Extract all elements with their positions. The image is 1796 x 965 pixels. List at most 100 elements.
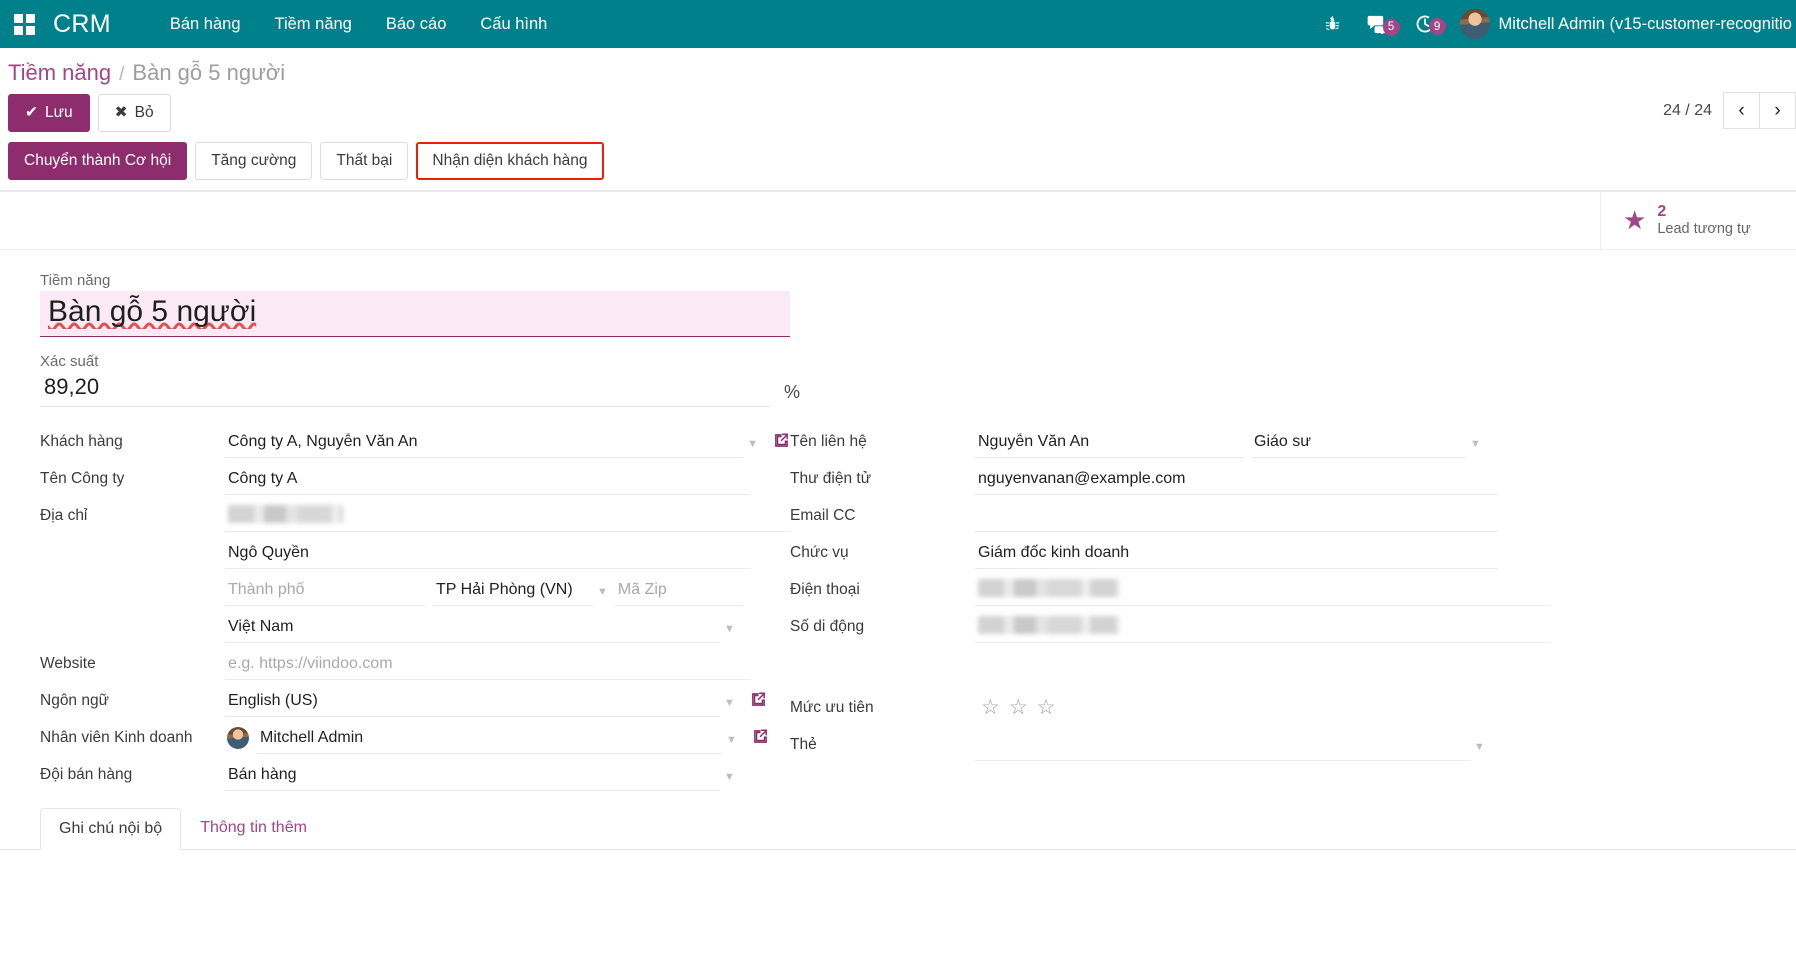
statusbar-buttons: Chuyển thành Cơ hội Tăng cường Thất bại … <box>0 141 1796 190</box>
city-input[interactable] <box>225 576 425 606</box>
similar-leads-label: Lead tương tự <box>1657 220 1751 237</box>
phone-label: Điện thoại <box>790 580 860 598</box>
lead-name-input[interactable] <box>40 290 790 337</box>
field-row-job-position: Chức vụ <box>790 532 1550 569</box>
menu-item-reporting[interactable]: Báo cáo <box>369 9 464 40</box>
control-panel: Tiềm năng / Bàn gỗ 5 người ✔ Lưu ✖ Bỏ 24… <box>0 48 1796 191</box>
breadcrumb-leads-link[interactable]: Tiềm năng <box>8 60 111 86</box>
pager-next-button[interactable]: › <box>1759 92 1796 129</box>
title-group: Tiềm năng <box>0 250 1796 337</box>
check-icon: ✔ <box>25 104 38 121</box>
enrich-button[interactable]: Tăng cường <box>195 141 313 180</box>
menu-item-leads[interactable]: Tiềm năng <box>258 9 369 40</box>
language-internal-link-icon[interactable] <box>742 691 767 717</box>
street2-input[interactable] <box>225 539 750 569</box>
activities-badge: 9 <box>1428 18 1446 35</box>
discard-button-label: Bỏ <box>134 104 154 121</box>
email-input[interactable] <box>975 465 1498 495</box>
menu-item-sales[interactable]: Bán hàng <box>153 9 258 40</box>
field-row-sales-team: Đội bán hàng ▼ <box>40 754 790 791</box>
contact-title-chevron-down-icon[interactable]: ▼ <box>1466 438 1488 458</box>
language-label: Ngôn ngữ <box>40 691 109 709</box>
form-right-column: Tên liên hệ ▼ Thư điện tử <box>790 421 1550 791</box>
field-row-contact-name: Tên liên hệ ▼ <box>790 421 1550 458</box>
language-input[interactable] <box>225 687 720 717</box>
salesperson-chevron-down-icon[interactable]: ▼ <box>722 734 744 754</box>
field-row-tags: Thẻ ▼ <box>790 724 1550 761</box>
sales-team-input[interactable] <box>225 761 720 791</box>
customer-internal-link-icon[interactable] <box>765 432 790 458</box>
mobile-label: Số di động <box>790 617 865 635</box>
sales-team-chevron-down-icon[interactable]: ▼ <box>720 771 742 791</box>
chevron-left-icon: ‹ <box>1738 99 1745 121</box>
company-name-input[interactable] <box>225 465 750 495</box>
notebook-tabs: Ghi chú nội bộ Thông tin thêm <box>0 791 1796 850</box>
form-columns: Khách hàng ▼ Tên Công ty <box>0 407 1796 791</box>
chevron-down-icon[interactable]: ▼ <box>743 438 765 458</box>
record-pager: 24 / 24 ‹ › <box>1663 92 1796 129</box>
chat-bubble-icon[interactable]: 5 <box>1354 15 1402 36</box>
salesperson-label: Nhân viên Kinh doanh <box>40 728 193 746</box>
state-chevron-down-icon[interactable]: ▼ <box>593 586 615 606</box>
job-position-input[interactable] <box>975 539 1498 569</box>
state-input[interactable] <box>433 576 593 606</box>
priority-star-1-icon[interactable]: ☆ <box>981 697 1000 718</box>
menu-item-configuration[interactable]: Cấu hình <box>463 9 564 40</box>
salesperson-input[interactable] <box>257 724 722 754</box>
chevron-right-icon: › <box>1774 99 1781 121</box>
salesperson-internal-link-icon[interactable] <box>744 728 769 754</box>
mark-lost-button[interactable]: Thất bại <box>320 141 409 180</box>
discard-button[interactable]: ✖ Bỏ <box>97 94 171 132</box>
apps-grid-icon[interactable] <box>14 13 35 35</box>
contact-title-input[interactable] <box>1251 428 1466 458</box>
save-button[interactable]: ✔ Lưu <box>8 94 90 132</box>
lead-name-label: Tiềm năng <box>40 271 111 289</box>
navbar-right-tools: 5 9 Mitchell Admin (v15-customer-recogni… <box>1311 0 1796 48</box>
customer-recognition-button[interactable]: Nhận diện khách hàng <box>416 141 604 180</box>
field-row-website: Website <box>40 643 790 680</box>
address-city-spacer <box>40 599 225 606</box>
stat-button-box: ★ 2 Lead tương tự <box>0 191 1796 250</box>
tab-extra-info[interactable]: Thông tin thêm <box>181 807 326 849</box>
app-brand-crm[interactable]: CRM <box>53 10 111 39</box>
contact-name-input[interactable] <box>975 428 1245 458</box>
job-position-label: Chức vụ <box>790 543 849 561</box>
control-panel-actions: ✔ Lưu ✖ Bỏ 24 / 24 ‹ › <box>0 90 1796 142</box>
probability-label: Xác suất <box>40 352 99 370</box>
website-label: Website <box>40 654 96 672</box>
user-menu[interactable]: Mitchell Admin (v15-customer-recognitio <box>1459 9 1796 39</box>
field-row-language: Ngôn ngữ ▼ <box>40 680 790 717</box>
customer-input[interactable] <box>225 428 744 458</box>
field-row-spacer <box>790 643 1550 687</box>
bug-icon[interactable] <box>1311 15 1354 34</box>
field-row-salesperson: Nhân viên Kinh doanh ▼ <box>40 717 790 754</box>
language-chevron-down-icon[interactable]: ▼ <box>720 697 742 717</box>
zip-input[interactable] <box>614 576 743 606</box>
breadcrumb-current-record: Bàn gỗ 5 người <box>132 60 286 85</box>
tags-input[interactable] <box>975 731 1470 761</box>
field-row-priority: Mức ưu tiên ☆ ☆ ☆ <box>790 687 1550 724</box>
field-row-address-country: ▼ <box>40 606 790 643</box>
tags-chevron-down-icon[interactable]: ▼ <box>1470 741 1492 761</box>
priority-star-3-icon[interactable]: ☆ <box>1037 697 1056 718</box>
convert-to-opportunity-button[interactable]: Chuyển thành Cơ hội <box>8 141 188 180</box>
email-cc-input[interactable] <box>975 502 1498 532</box>
mobile-redacted-value <box>978 615 1120 634</box>
street-redacted-value <box>228 504 343 523</box>
priority-star-2-icon[interactable]: ☆ <box>1009 697 1028 718</box>
priority-stars[interactable]: ☆ ☆ ☆ <box>975 697 1055 724</box>
star-icon: ★ <box>1623 205 1647 235</box>
country-chevron-down-icon[interactable]: ▼ <box>720 623 742 643</box>
right-column-spacer <box>790 680 975 687</box>
save-button-label: Lưu <box>45 104 73 121</box>
field-row-customer: Khách hàng ▼ <box>40 421 790 458</box>
website-input[interactable] <box>225 650 750 680</box>
probability-input[interactable] <box>40 371 770 407</box>
probability-group: Xác suất % <box>0 337 1796 407</box>
pager-previous-button[interactable]: ‹ <box>1723 92 1760 129</box>
tab-internal-notes[interactable]: Ghi chú nội bộ <box>40 807 182 850</box>
similar-leads-stat-button[interactable]: ★ 2 Lead tương tự <box>1600 191 1796 249</box>
field-row-company-name: Tên Công ty <box>40 458 790 495</box>
country-input[interactable] <box>225 613 720 643</box>
clock-icon[interactable]: 9 <box>1402 14 1448 35</box>
